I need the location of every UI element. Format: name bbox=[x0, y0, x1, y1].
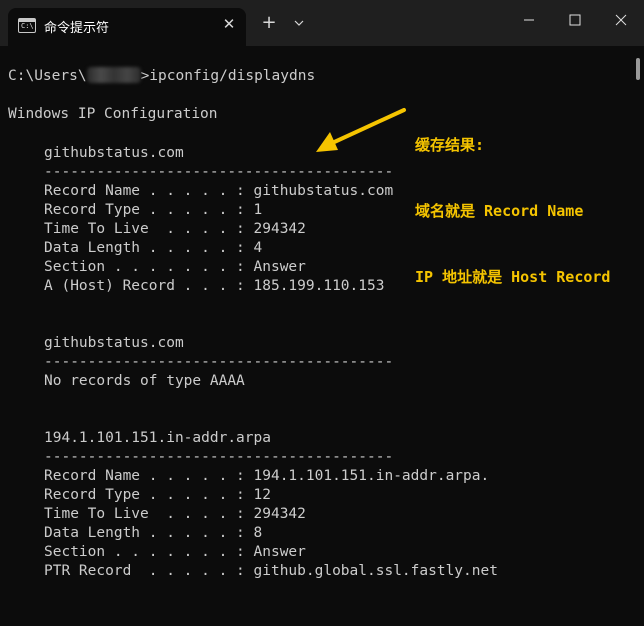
output-heading: Windows IP Configuration bbox=[8, 106, 218, 122]
record-row: Record Name . . . . . : githubstatus.com bbox=[44, 183, 394, 199]
maximize-button[interactable] bbox=[552, 0, 598, 40]
minimize-button[interactable] bbox=[506, 0, 552, 40]
record-row: No records of type AAAA bbox=[44, 373, 245, 389]
separator: ---------------------------------------- bbox=[44, 354, 394, 370]
record-row: Section . . . . . . . : Answer bbox=[44, 544, 306, 560]
record-row: Record Type . . . . . : 12 bbox=[44, 487, 271, 503]
record-row: Time To Live . . . . : 294342 bbox=[44, 221, 306, 237]
record-row: Time To Live . . . . : 294342 bbox=[44, 506, 306, 522]
record-row: Record Type . . . . . : 1 bbox=[44, 202, 263, 218]
redacted-username bbox=[86, 67, 141, 83]
tab-dropdown-button[interactable] bbox=[290, 12, 308, 34]
arrow-icon bbox=[316, 108, 406, 152]
record-name-header: githubstatus.com bbox=[44, 335, 184, 351]
record-name-header: githubstatus.com bbox=[44, 145, 184, 161]
annotation-line: IP 地址就是 Host Record bbox=[415, 268, 611, 286]
command-prompt-line: C:\Users\ >ipconfig/displaydns bbox=[8, 67, 315, 86]
record-name-header: 194.1.101.151.in-addr.arpa bbox=[44, 430, 271, 446]
annotation-line: 域名就是 Record Name bbox=[415, 202, 584, 220]
prompt-command: >ipconfig/displaydns bbox=[140, 68, 316, 84]
close-window-button[interactable] bbox=[598, 0, 644, 40]
chevron-down-icon bbox=[294, 20, 304, 26]
new-tab-button[interactable]: + bbox=[258, 12, 280, 34]
close-icon bbox=[615, 14, 627, 26]
annotation-line: 缓存结果: bbox=[415, 136, 485, 154]
record-row: Record Name . . . . . : 194.1.101.151.in… bbox=[44, 468, 490, 484]
scrollbar-thumb[interactable] bbox=[636, 58, 640, 80]
record-row: Section . . . . . . . : Answer bbox=[44, 259, 306, 275]
tab-title: 命令提示符 bbox=[44, 21, 110, 36]
close-tab-button[interactable]: ✕ bbox=[218, 13, 240, 35]
record-row: PTR Record . . . . . : github.global.ssl… bbox=[44, 563, 498, 579]
annotation-callout: 缓存结果: 域名就是 Record Name IP 地址就是 Host Reco… bbox=[415, 90, 610, 310]
record-row: Data Length . . . . . : 8 bbox=[44, 525, 263, 541]
record-row: Data Length . . . . . : 4 bbox=[44, 240, 263, 256]
separator: ---------------------------------------- bbox=[44, 164, 394, 180]
record-row: A (Host) Record . . . : 185.199.110.153 bbox=[44, 278, 385, 294]
title-bar: C:\ 命令提示符 ✕ + bbox=[0, 0, 644, 46]
minimize-icon bbox=[524, 19, 534, 21]
maximize-icon bbox=[569, 14, 581, 26]
terminal-icon: C:\ bbox=[18, 18, 36, 33]
tab-command-prompt[interactable]: C:\ 命令提示符 ✕ bbox=[8, 8, 246, 46]
separator: ---------------------------------------- bbox=[44, 449, 394, 465]
prompt-prefix: C:\Users\ bbox=[8, 68, 87, 84]
